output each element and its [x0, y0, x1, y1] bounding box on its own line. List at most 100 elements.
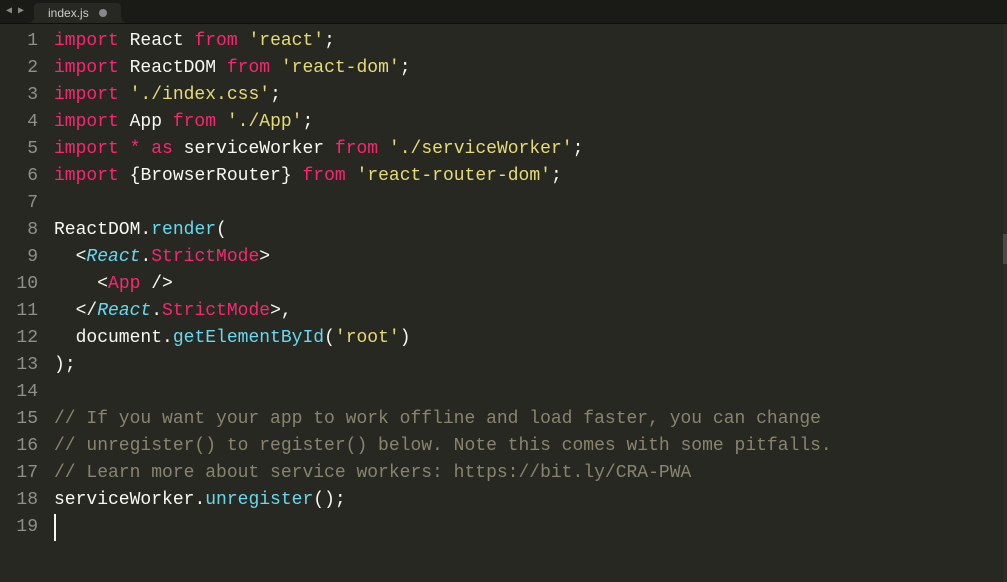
- token-punc: .: [140, 247, 151, 267]
- token-punc: (): [313, 490, 335, 510]
- token-func: render: [151, 220, 216, 240]
- code-line[interactable]: import React from 'react';: [48, 28, 1007, 55]
- line-number: 3: [0, 82, 38, 109]
- line-number: 12: [0, 325, 38, 352]
- line-number: 16: [0, 433, 38, 460]
- token-var: ReactDOM: [54, 220, 140, 240]
- token-var: [346, 166, 357, 186]
- nav-arrows: ◀ ▶: [0, 7, 34, 17]
- line-number: 17: [0, 460, 38, 487]
- code-line[interactable]: <React.StrictMode>: [48, 244, 1007, 271]
- token-tag-bracket: <: [76, 247, 87, 267]
- token-var: [140, 139, 151, 159]
- token-tag-name: App: [108, 274, 140, 294]
- token-str: './App': [227, 112, 303, 132]
- token-punc: ,: [281, 301, 292, 321]
- editor: 12345678910111213141516171819 import Rea…: [0, 24, 1007, 582]
- code-line[interactable]: <App />: [48, 271, 1007, 298]
- line-number: 7: [0, 190, 38, 217]
- code-line[interactable]: );: [48, 352, 1007, 379]
- code-line[interactable]: </React.StrictMode>,: [48, 298, 1007, 325]
- token-tag-bracket: <: [97, 274, 108, 294]
- token-punc: ;: [270, 85, 281, 105]
- token-kw: from: [303, 166, 346, 186]
- token-comment: // unregister() to register() below. Not…: [54, 436, 832, 456]
- token-kw: from: [173, 112, 216, 132]
- code-line[interactable]: import ReactDOM from 'react-dom';: [48, 55, 1007, 82]
- token-var: [119, 166, 130, 186]
- token-kw: import: [54, 166, 119, 186]
- token-str: './index.css': [130, 85, 270, 105]
- line-number-gutter: 12345678910111213141516171819: [0, 24, 48, 582]
- token-punc: ;: [65, 355, 76, 375]
- line-number: 10: [0, 271, 38, 298]
- token-tag-bracket: />: [151, 274, 173, 294]
- code-line[interactable]: // If you want your app to work offline …: [48, 406, 1007, 433]
- token-var: [140, 274, 151, 294]
- code-line[interactable]: // unregister() to register() below. Not…: [48, 433, 1007, 460]
- token-str: 'react-dom': [281, 58, 400, 78]
- nav-back-icon[interactable]: ◀: [6, 7, 16, 17]
- token-comment: // If you want your app to work offline …: [54, 409, 821, 429]
- token-op: *: [130, 139, 141, 159]
- token-var: serviceWorker: [54, 490, 194, 510]
- token-kw: import: [54, 31, 119, 51]
- token-var: [292, 166, 303, 186]
- code-area[interactable]: import React from 'react';import ReactDO…: [48, 24, 1007, 582]
- token-var: [119, 139, 130, 159]
- line-number: 1: [0, 28, 38, 55]
- token-var: [54, 247, 76, 267]
- scrollbar-thumb[interactable]: [1003, 234, 1007, 264]
- text-cursor: [54, 514, 56, 541]
- code-line[interactable]: // Learn more about service workers: htt…: [48, 460, 1007, 487]
- line-number: 9: [0, 244, 38, 271]
- token-punc: .: [194, 490, 205, 510]
- code-line[interactable]: import * as serviceWorker from './servic…: [48, 136, 1007, 163]
- nav-forward-icon[interactable]: ▶: [18, 7, 28, 17]
- token-func: unregister: [205, 490, 313, 510]
- token-var: [54, 274, 97, 294]
- line-number: 18: [0, 487, 38, 514]
- token-punc: ;: [551, 166, 562, 186]
- code-line[interactable]: document.getElementById('root'): [48, 325, 1007, 352]
- token-punc: (: [324, 328, 335, 348]
- code-line[interactable]: [48, 190, 1007, 217]
- token-kw: import: [54, 112, 119, 132]
- token-kw: from: [335, 139, 378, 159]
- token-punc: (: [216, 220, 227, 240]
- code-line[interactable]: import App from './App';: [48, 109, 1007, 136]
- line-number: 8: [0, 217, 38, 244]
- line-number: 13: [0, 352, 38, 379]
- token-kw: import: [54, 85, 119, 105]
- code-line[interactable]: [48, 379, 1007, 406]
- token-punc: ;: [324, 31, 335, 51]
- token-component: React: [97, 301, 151, 321]
- code-line[interactable]: import {BrowserRouter} from 'react-route…: [48, 163, 1007, 190]
- token-punc: ): [54, 355, 65, 375]
- titlebar: ◀ ▶ index.js: [0, 0, 1007, 24]
- token-punc: ;: [302, 112, 313, 132]
- token-kw: from: [227, 58, 270, 78]
- token-punc: ;: [335, 490, 346, 510]
- token-var: React: [119, 31, 195, 51]
- token-tag-bracket: >: [259, 247, 270, 267]
- token-var: [119, 85, 130, 105]
- code-line[interactable]: import './index.css';: [48, 82, 1007, 109]
- scrollbar-track[interactable]: [1003, 24, 1007, 582]
- token-punc: ;: [400, 58, 411, 78]
- token-str: 'root': [335, 328, 400, 348]
- code-line[interactable]: serviceWorker.unregister();: [48, 487, 1007, 514]
- token-var: serviceWorker: [173, 139, 335, 159]
- line-number: 19: [0, 514, 38, 541]
- line-number: 14: [0, 379, 38, 406]
- token-var: [216, 112, 227, 132]
- token-punc: .: [140, 220, 151, 240]
- token-component: React: [86, 247, 140, 267]
- token-var: ReactDOM: [119, 58, 227, 78]
- token-str: 'react-router-dom': [357, 166, 551, 186]
- code-line[interactable]: ReactDOM.render(: [48, 217, 1007, 244]
- token-kw: from: [194, 31, 237, 51]
- token-str: './serviceWorker': [389, 139, 573, 159]
- code-line[interactable]: [48, 514, 1007, 541]
- file-tab[interactable]: index.js: [34, 3, 121, 23]
